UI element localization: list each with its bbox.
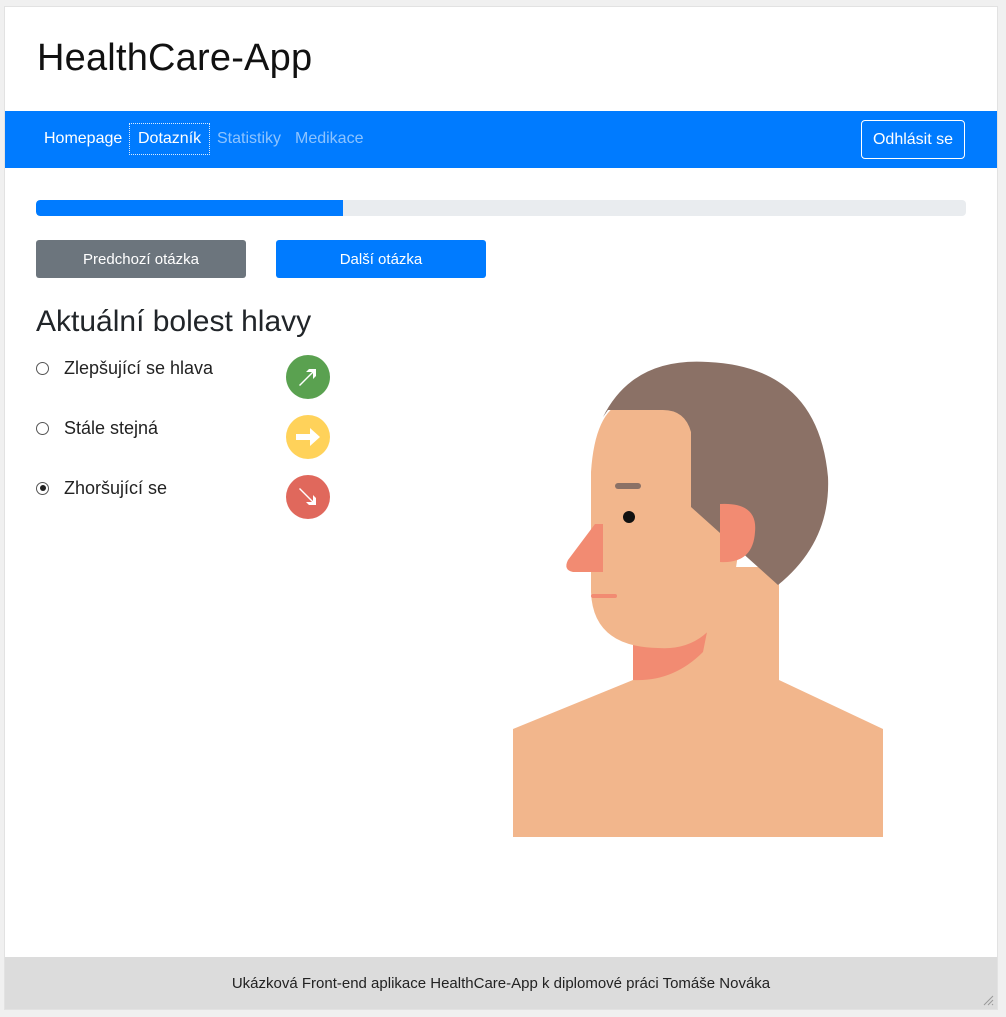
radio-worsening[interactable] (36, 481, 49, 495)
question-title: Aktuální bolest hlavy (36, 305, 312, 338)
nav-item-statistiky[interactable]: Statistiky (217, 129, 281, 149)
app-window: HealthCare-App Homepage Dotazník Statist… (4, 6, 998, 1010)
head-profile-illustration (513, 361, 883, 837)
nav-item-medikace[interactable]: Medikace (295, 129, 363, 149)
main-navbar: Homepage Dotazník Statistiky Medikace Od… (5, 111, 997, 168)
page-footer: Ukázková Front-end aplikace HealthCare-A… (5, 957, 997, 1009)
footer-text: Ukázková Front-end aplikace HealthCare-A… (231, 974, 771, 992)
answer-option-label: Zhoršující se (64, 477, 168, 498)
progress-bar-fill (36, 200, 343, 216)
arrow-down-right-icon (286, 475, 330, 519)
radio-improving[interactable] (36, 361, 49, 375)
app-title: HealthCare-App (37, 37, 313, 79)
radio-same[interactable] (36, 421, 49, 435)
resize-grip-icon[interactable] (982, 994, 994, 1006)
answer-option-label: Zlepšující se hlava (64, 357, 214, 378)
answer-option-improving[interactable]: Zlepšující se hlava (36, 353, 213, 383)
arrow-right-icon (286, 415, 330, 459)
logout-button[interactable]: Odhlásit se (861, 120, 965, 159)
next-question-button[interactable]: Další otázka (276, 240, 486, 278)
nav-item-dotaznik[interactable]: Dotazník (129, 123, 211, 155)
arrow-up-right-icon (286, 355, 330, 399)
answer-option-label: Stále stejná (64, 417, 159, 438)
nav-item-homepage[interactable]: Homepage (44, 129, 122, 149)
app-header: HealthCare-App (5, 7, 997, 111)
answer-option-worsening[interactable]: Zhoršující se (36, 473, 167, 503)
previous-question-button[interactable]: Predchozí otázka (36, 240, 246, 278)
questionnaire-progress-bar (36, 200, 966, 216)
answer-option-same[interactable]: Stále stejná (36, 413, 158, 443)
